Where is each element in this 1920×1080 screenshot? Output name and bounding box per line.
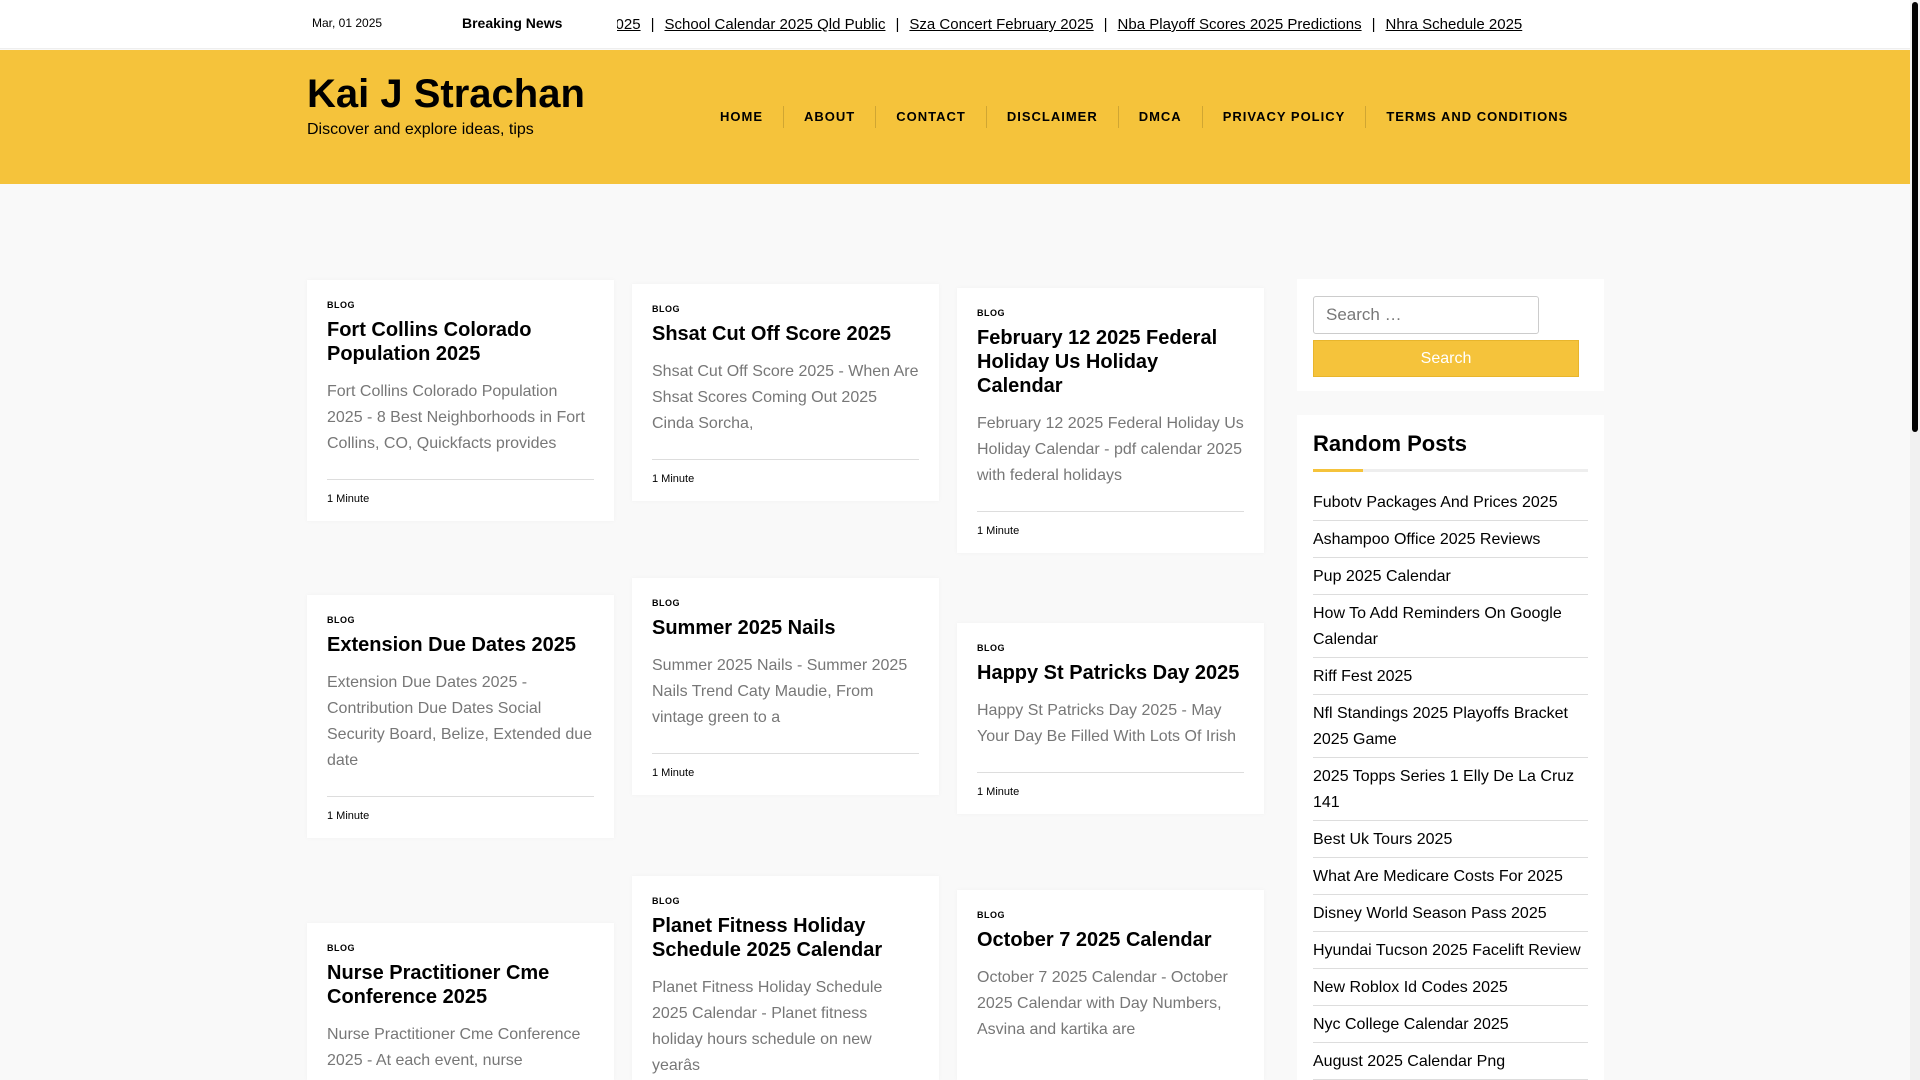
post-category[interactable]: BLOG [977,643,1244,653]
ticker-link[interactable]: Nhra Schedule 2025 [1385,16,1522,33]
post-title[interactable]: Shsat Cut Off Score 2025 [652,322,919,346]
nav-home[interactable]: HOME [700,106,783,128]
post-excerpt: Happy St Patricks Day 2025 - May Your Da… [977,702,1237,745]
post-excerpt: Fort Collins Colorado Population 2025 - … [327,383,585,452]
post-excerpt: Nurse Practitioner Cme Conference 2025 -… [327,1026,581,1069]
site-title[interactable]: Kai J Strachan [307,71,585,117]
ticker-separator: | [650,16,655,33]
post-read-time: 1 Minute [327,479,594,521]
post-title[interactable]: Nurse Practitioner Cme Conference 2025 [327,961,594,1009]
post-read-time: 1 Minute [652,753,919,795]
post-category[interactable]: BLOG [977,910,1244,920]
top-bar: Mar, 01 2025 Breaking News Toronto 2025 … [0,0,1910,49]
post-card: BLOG Shsat Cut Off Score 2025 Shsat Cut … [632,284,939,501]
nav-contact[interactable]: CONTACT [875,106,986,128]
random-post-link[interactable]: Hyundai Tucson 2025 Facelift Review [1313,938,1588,969]
post-title[interactable]: Summer 2025 Nails [652,616,919,640]
ticker-link[interactable]: Nba Playoff Scores 2025 Predictions [1118,16,1362,33]
search-widget: Search … Search [1297,279,1604,391]
ticker-link[interactable]: Sza Concert February 2025 [909,16,1093,33]
post-category[interactable]: BLOG [652,896,919,906]
post-category[interactable]: BLOG [652,304,919,314]
search-button[interactable]: Search [1313,340,1579,377]
post-title[interactable]: Fort Collins Colorado Population 2025 [327,318,594,366]
main-navigation: HOME ABOUT CONTACT DISCLAIMER DMCA PRIVA… [700,106,1588,128]
post-card: BLOG Planet Fitness Holiday Schedule 202… [632,876,939,1080]
post-excerpt: Planet Fitness Holiday Schedule 2025 Cal… [652,979,883,1074]
post-card: BLOG Happy St Patricks Day 2025 Happy St… [957,623,1264,814]
ticker-link[interactable]: Toronto 2025 [617,16,641,33]
post-read-time: 1 Minute [327,796,594,838]
post-excerpt: February 12 2025 Federal Holiday Us Holi… [977,415,1244,484]
breaking-news-ticker: Toronto 2025 | School Calendar 2025 Qld … [617,14,1603,36]
post-card: BLOG February 12 2025 Federal Holiday Us… [957,288,1264,553]
site-header: Kai J Strachan Discover and explore idea… [0,50,1910,184]
post-read-time: 1 Minute [652,459,919,501]
post-title[interactable]: Extension Due Dates 2025 [327,633,594,657]
post-title[interactable]: October 7 2025 Calendar [977,928,1244,952]
nav-dmca[interactable]: DMCA [1117,106,1202,128]
site-branding: Kai J Strachan Discover and explore idea… [307,71,585,139]
ticker-separator: | [895,16,900,33]
site-description: Discover and explore ideas, tips [307,121,534,138]
random-posts-widget: Random Posts Fubotv Packages And Prices … [1297,415,1604,1080]
post-read-time: 1 Minute [977,772,1244,814]
random-post-link[interactable]: Best Uk Tours 2025 [1313,827,1588,858]
post-excerpt: Summer 2025 Nails - Summer 2025 Nails Tr… [652,657,908,726]
post-card: BLOG Extension Due Dates 2025 Extension … [307,595,614,838]
post-excerpt: Extension Due Dates 2025 - Contribution … [327,674,593,769]
post-read-time: 1 Minute [977,511,1244,553]
random-post-link[interactable]: Fubotv Packages And Prices 2025 [1313,490,1588,521]
random-post-link[interactable]: New Roblox Id Codes 2025 [1313,975,1588,1006]
post-excerpt: Shsat Cut Off Score 2025 - When Are Shsa… [652,363,919,432]
widget-title: Random Posts [1313,431,1468,456]
random-post-link[interactable]: Nfl Standings 2025 Playoffs Bracket 2025… [1313,701,1588,758]
post-card: BLOG Summer 2025 Nails Summer 2025 Nails… [632,578,939,795]
random-post-link[interactable]: Ashampoo Office 2025 Reviews [1313,527,1588,558]
ticker-separator: | [1371,16,1376,33]
post-card: BLOG October 7 2025 Calendar October 7 2… [957,890,1264,1080]
widget-title-underline [1313,469,1588,472]
post-title[interactable]: Happy St Patricks Day 2025 [977,661,1244,685]
random-posts-list: Fubotv Packages And Prices 2025 Ashampoo… [1313,490,1588,1080]
search-input[interactable]: Search … [1313,296,1539,334]
post-category[interactable]: BLOG [327,943,594,953]
current-date: Mar, 01 2025 [312,16,383,30]
post-title[interactable]: February 12 2025 Federal Holiday Us Holi… [977,326,1244,398]
random-post-link[interactable]: Nyc College Calendar 2025 [1313,1012,1588,1043]
breaking-news-label: Breaking News [462,15,563,31]
post-excerpt: October 7 2025 Calendar - October 2025 C… [977,969,1228,1038]
post-category[interactable]: BLOG [652,598,919,608]
nav-terms-and-conditions[interactable]: TERMS AND CONDITIONS [1365,106,1588,128]
random-post-link[interactable]: How To Add Reminders On Google Calendar [1313,601,1588,658]
post-category[interactable]: BLOG [327,300,594,310]
ticker-link[interactable]: School Calendar 2025 Qld Public [664,16,885,33]
random-post-link[interactable]: Pup 2025 Calendar [1313,564,1588,595]
ticker-separator: | [1103,16,1108,33]
nav-privacy-policy[interactable]: PRIVACY POLICY [1201,106,1366,128]
post-card: BLOG Nurse Practitioner Cme Conference 2… [307,923,614,1080]
nav-about[interactable]: ABOUT [783,106,875,128]
random-post-link[interactable]: Riff Fest 2025 [1313,664,1588,695]
random-post-link[interactable]: 2025 Topps Series 1 Elly De La Cruz 141 [1313,764,1588,821]
nav-disclaimer[interactable]: DISCLAIMER [985,106,1118,128]
random-post-link[interactable]: August 2025 Calendar Png [1313,1049,1588,1080]
random-post-link[interactable]: Disney World Season Pass 2025 [1313,901,1588,932]
post-category[interactable]: BLOG [977,308,1244,318]
post-title[interactable]: Planet Fitness Holiday Schedule 2025 Cal… [652,914,919,962]
scrollbar-thumb[interactable] [1912,2,1918,432]
page-scrollbar[interactable] [1910,0,1920,1080]
post-card: BLOG Fort Collins Colorado Population 20… [307,280,614,521]
post-category[interactable]: BLOG [327,615,594,625]
random-post-link[interactable]: What Are Medicare Costs For 2025 [1313,864,1588,895]
